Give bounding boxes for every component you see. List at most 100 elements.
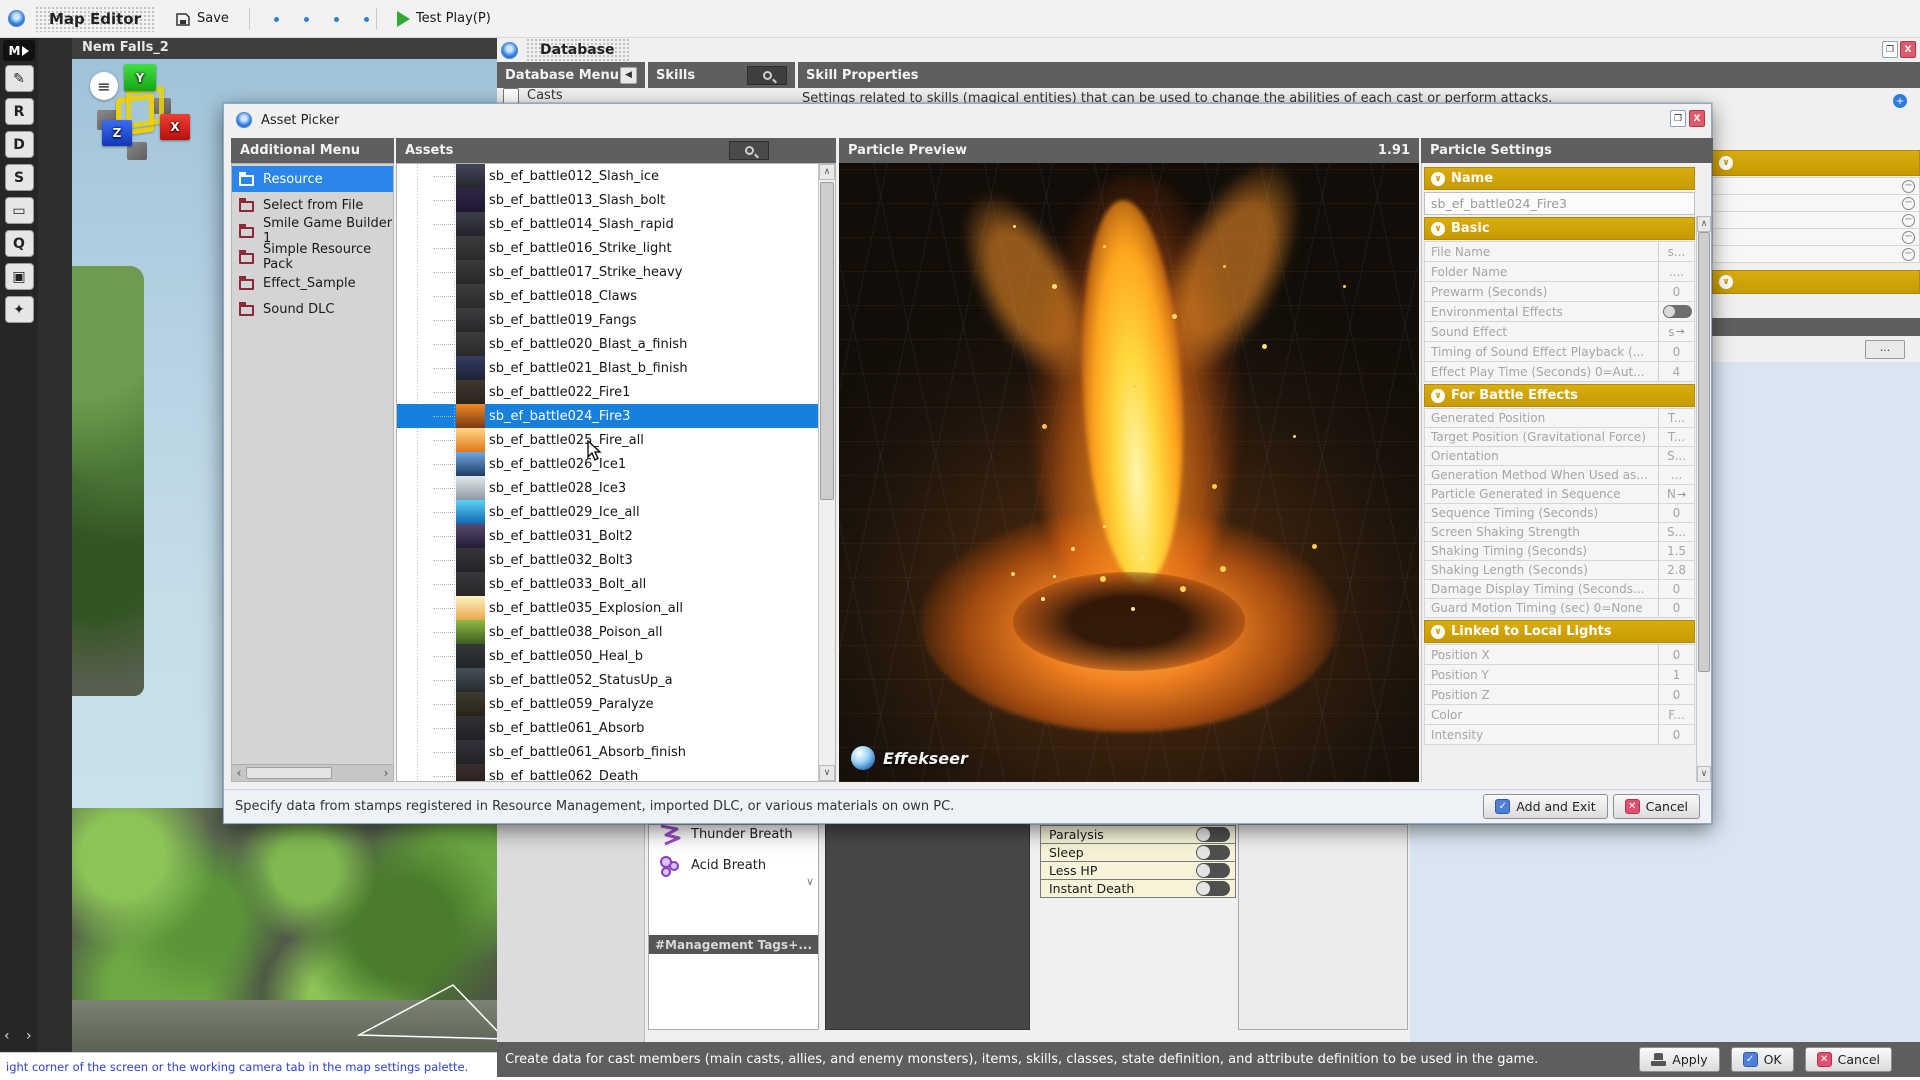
asset-row[interactable]: sb_ef_battle016_Strike_light [397, 236, 820, 260]
settings-row[interactable]: Color F... [1424, 704, 1695, 725]
gizmo-z-axis[interactable]: Z [102, 120, 132, 146]
setting-value[interactable]: T... [1658, 409, 1694, 427]
asset-row[interactable]: sb_ef_battle024_Fire3 [397, 404, 820, 428]
setting-value[interactable]: 1 [1658, 665, 1694, 684]
hamburger-menu-icon[interactable]: ≡ [90, 72, 118, 100]
toggle-switch[interactable] [1196, 845, 1230, 860]
property-row[interactable]: − [1712, 228, 1920, 246]
property-row[interactable]: − [1712, 194, 1920, 212]
asset-row[interactable]: sb_ef_battle062_Death [397, 764, 820, 782]
setting-value[interactable]: 0 [1658, 685, 1694, 704]
asset-row[interactable]: sb_ef_battle059_Paralyze [397, 692, 820, 716]
gizmo-y-axis[interactable]: Y [124, 64, 156, 91]
asset-row[interactable]: sb_ef_battle012_Slash_ice [397, 164, 820, 188]
toolbar-icon-button[interactable]: D [5, 131, 34, 158]
dialog-title-bar[interactable]: Asset Picker [224, 104, 1711, 136]
asset-row[interactable]: sb_ef_battle025_Fire_all [397, 428, 820, 452]
add-circle-icon[interactable]: + [1893, 94, 1907, 108]
toolbar-icon-button[interactable]: S [5, 164, 34, 191]
asset-row[interactable]: sb_ef_battle061_Absorb_finish [397, 740, 820, 764]
map-scroll-arrows[interactable]: ‹ › [4, 1028, 38, 1044]
remove-circle-icon[interactable]: − [1902, 248, 1915, 261]
apply-button[interactable]: Apply [1639, 1047, 1719, 1072]
asset-row[interactable]: sb_ef_battle028_Ice3 [397, 476, 820, 500]
setting-value[interactable]: 1.5 [1658, 542, 1694, 560]
state-toggle-row[interactable]: Sleep [1040, 843, 1236, 862]
scrollbar-thumb[interactable] [1698, 232, 1710, 672]
setting-value[interactable]: 0 [1658, 342, 1694, 361]
toolbar-icon-button[interactable]: ✦ [5, 296, 34, 323]
menubar-item[interactable] [320, 14, 336, 24]
scroll-up-icon[interactable]: ∧ [1697, 216, 1711, 232]
asset-row[interactable]: sb_ef_battle035_Explosion_all [397, 596, 820, 620]
skill-item[interactable]: Acid Breath [649, 850, 818, 881]
settings-row[interactable]: Particle Generated in Sequence N→ [1424, 484, 1695, 504]
asset-row[interactable]: sb_ef_battle052_StatusUp_a [397, 668, 820, 692]
toggle-switch[interactable] [1196, 881, 1230, 896]
additional-menu-item[interactable]: Resource [232, 166, 393, 192]
name-field[interactable]: sb_ef_battle024_Fire3 [1424, 192, 1695, 215]
settings-row[interactable]: Target Position (Gravitational Force) T.… [1424, 427, 1695, 447]
state-toggle-row[interactable]: Instant Death [1040, 879, 1236, 898]
property-row[interactable]: − [1712, 177, 1920, 195]
setting-value[interactable]: .... [1658, 262, 1694, 281]
asset-row[interactable]: sb_ef_battle032_Bolt3 [397, 548, 820, 572]
settings-row[interactable]: File Name s... [1424, 241, 1695, 262]
state-toggle-row[interactable]: Less HP [1040, 861, 1236, 880]
asset-row[interactable]: sb_ef_battle026_Ice1 [397, 452, 820, 476]
toolbar-icon-button[interactable]: R [5, 98, 34, 125]
settings-row[interactable]: Intensity 0 [1424, 724, 1695, 745]
settings-row[interactable]: Orientation S... [1424, 446, 1695, 466]
setting-value[interactable]: 0 [1658, 282, 1694, 301]
settings-row[interactable]: Screen Shaking Strength S... [1424, 522, 1695, 542]
asset-row[interactable]: sb_ef_battle014_Slash_rapid [397, 212, 820, 236]
scroll-right-icon[interactable]: › [379, 766, 393, 780]
assets-search-box[interactable] [729, 141, 769, 160]
battle-section-header[interactable]: ∨For Battle Effects [1424, 384, 1695, 407]
map-mode-button[interactable]: M [3, 40, 35, 61]
property-row[interactable]: − [1712, 211, 1920, 229]
additional-menu-item[interactable]: Effect_Sample [232, 270, 393, 296]
settings-scrollbar[interactable]: ∧ ∨ [1696, 216, 1711, 782]
asset-row[interactable]: sb_ef_battle031_Bolt2 [397, 524, 820, 548]
dialog-cancel-button[interactable]: ✕Cancel [1613, 794, 1700, 819]
additional-menu-item[interactable]: Select from File [232, 192, 393, 218]
setting-value[interactable]: 2.8 [1658, 561, 1694, 579]
scroll-down-icon[interactable]: ∨ [806, 875, 814, 888]
setting-value[interactable]: 0 [1658, 725, 1694, 744]
settings-row[interactable]: Timing of Sound Effect Playback (... 0 [1424, 341, 1695, 362]
restore-dialog-button[interactable]: ❐ [1670, 110, 1686, 127]
casts-item[interactable]: Casts [503, 88, 643, 103]
assets-scrollbar[interactable]: ∧ ∨ [818, 164, 835, 781]
asset-row[interactable]: sb_ef_battle029_Ice_all [397, 500, 820, 524]
test-play-button[interactable]: Test Play(P) [387, 6, 501, 32]
settings-row[interactable]: Shaking Timing (Seconds) 1.5 [1424, 541, 1695, 561]
settings-row[interactable]: Position X 0 [1424, 644, 1695, 665]
additional-menu-item[interactable]: Smile Game Builder 1 [232, 218, 393, 244]
ellipsis-button[interactable]: ... [1865, 340, 1905, 359]
setting-value[interactable]: 0 [1658, 599, 1694, 617]
toolbar-icon-button[interactable]: ▣ [5, 263, 34, 290]
settings-row[interactable]: Generated Position T... [1424, 408, 1695, 428]
gizmo-x-axis[interactable]: X [160, 114, 190, 140]
asset-row[interactable]: sb_ef_battle013_Slash_bolt [397, 188, 820, 212]
scroll-up-icon[interactable]: ∧ [819, 164, 835, 180]
setting-value[interactable]: 0 [1658, 580, 1694, 598]
setting-value[interactable]: s... [1658, 242, 1694, 261]
toolbar-icon-button[interactable]: ✎ [5, 65, 34, 92]
menubar-item[interactable] [260, 14, 276, 24]
scroll-down-icon[interactable]: ∨ [1697, 766, 1711, 782]
asset-row[interactable]: sb_ef_battle022_Fire1 [397, 380, 820, 404]
toggle-switch[interactable] [1196, 863, 1230, 878]
horizontal-scrollbar[interactable]: ‹ › [232, 764, 393, 781]
settings-row[interactable]: Environmental Effects [1424, 301, 1695, 322]
settings-row[interactable]: Guard Motion Timing (sec) 0=None 0 [1424, 598, 1695, 618]
setting-value[interactable]: T... [1658, 428, 1694, 446]
close-dialog-button[interactable]: X [1689, 110, 1705, 127]
collapse-left-icon[interactable]: ◀ [620, 67, 637, 84]
menubar-item[interactable] [290, 14, 306, 24]
remove-circle-icon[interactable]: − [1902, 214, 1915, 227]
settings-row[interactable]: Position Z 0 [1424, 684, 1695, 705]
settings-row[interactable]: Sound Effect s→ [1424, 321, 1695, 342]
setting-value[interactable]: ... [1658, 466, 1694, 484]
